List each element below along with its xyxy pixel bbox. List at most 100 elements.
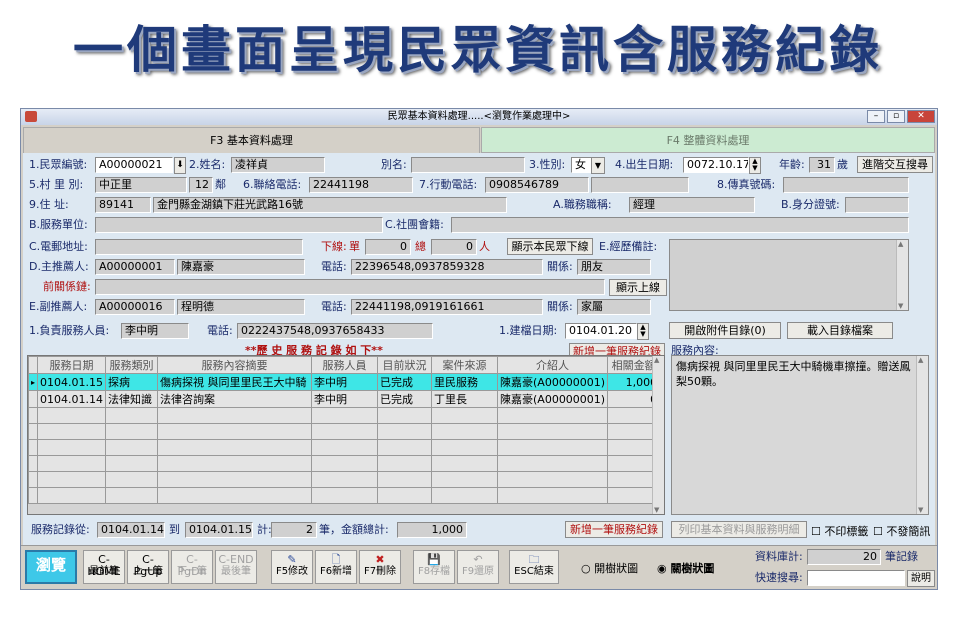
table-cell xyxy=(431,439,498,456)
file-date-field[interactable]: 0104.01.20 xyxy=(565,323,637,339)
note-scrollbar[interactable] xyxy=(896,240,908,310)
grid-scrollbar[interactable] xyxy=(652,356,664,514)
table-row[interactable]: 0104.01.14 法律知識 法律咨詢案 李中明 已完成 丁里長 陳嘉豪(A0000000… xyxy=(27,390,661,408)
col-header[interactable]: 服務人員 xyxy=(311,356,378,374)
recommender-id-field[interactable]: A00000001 xyxy=(95,259,175,275)
mobile-field[interactable]: 0908546789 xyxy=(485,177,589,193)
title-bar: 民眾基本資料處理.....<瀏覽作業處理中> – ▫ ✕ xyxy=(21,109,937,125)
col-header[interactable]: 案件來源 xyxy=(431,356,498,374)
browse-button[interactable]: 瀏覽 xyxy=(25,550,77,584)
staff-field[interactable]: 李中明 xyxy=(121,323,189,339)
show-upline-button[interactable]: 顯示上線 xyxy=(609,279,667,296)
load-catalog-button[interactable]: 載入目錄檔案 xyxy=(787,322,893,339)
phone-field[interactable]: 22441198 xyxy=(309,177,413,193)
delete-button[interactable]: ✖ F7刪除 xyxy=(359,550,401,584)
last-record-button[interactable]: C-END 最後筆 xyxy=(215,550,257,584)
sub-recommender-name-field[interactable]: 程明德 xyxy=(177,299,305,315)
next-record-button[interactable]: C-PgDn 下一筆 xyxy=(171,550,213,584)
radio-open-tree[interactable]: ○ 開樹狀圖 xyxy=(581,560,638,576)
tab-overall[interactable]: F4 整體資料處理 xyxy=(481,127,935,153)
fax-field[interactable] xyxy=(783,177,909,193)
col-header[interactable]: 服務日期 xyxy=(37,356,106,374)
no-label-checkbox[interactable]: ☐ 不印標籤 xyxy=(811,523,868,539)
sub-recommender-id-field[interactable]: A00000016 xyxy=(95,299,175,315)
advanced-search-button[interactable]: 進階交互搜尋 xyxy=(857,156,933,173)
citizen-id-field[interactable]: A00000021 xyxy=(95,157,173,173)
table-cell xyxy=(157,439,312,456)
table-row[interactable] xyxy=(27,423,661,440)
name-field[interactable]: 凌祥貞 xyxy=(231,157,325,173)
new-button[interactable]: 🗋 F6新增 xyxy=(315,550,357,584)
neighborhood-field[interactable]: 12 xyxy=(189,177,213,193)
table-cell xyxy=(431,407,498,424)
association-field[interactable] xyxy=(451,217,909,233)
zip-field[interactable]: 89141 xyxy=(95,197,151,213)
restore-button[interactable]: ▫ xyxy=(887,110,905,123)
table-row[interactable] xyxy=(27,455,661,472)
last-record-button-label: 最後筆 xyxy=(221,566,251,577)
add-record-button-bottom[interactable]: 新增一筆服務紀錄 xyxy=(565,521,663,538)
app-window: 民眾基本資料處理.....<瀏覽作業處理中> – ▫ ✕ F3 基本資料處理 F… xyxy=(20,108,938,590)
edit-button[interactable]: ✎ F5修改 xyxy=(271,550,313,584)
show-downline-button[interactable]: 顯示本民眾下線 xyxy=(507,238,593,255)
row-indicator xyxy=(27,487,39,504)
col-header[interactable]: 介紹人 xyxy=(496,356,609,374)
print-detail-button[interactable]: 列印基本資料與服務明細 xyxy=(671,521,807,538)
quick-search-input[interactable] xyxy=(807,570,905,586)
content-scrollbar[interactable] xyxy=(916,356,928,514)
birth-stepper[interactable]: ▲ ▼ xyxy=(749,157,761,174)
new-button-label: F6新增 xyxy=(319,566,353,577)
economic-note-memo[interactable] xyxy=(669,239,909,311)
col-header[interactable]: 目前狀況 xyxy=(377,356,432,374)
file-date-stepper[interactable]: ▲ ▼ xyxy=(637,323,649,340)
work-unit-field[interactable] xyxy=(95,217,383,233)
recommender-relation-field[interactable]: 朋友 xyxy=(577,259,651,275)
alias-label: 別名: xyxy=(381,158,407,171)
address-field[interactable]: 金門縣金湖鎮下莊光武路16號 xyxy=(153,197,507,213)
table-row[interactable] xyxy=(27,407,661,424)
table-row[interactable] xyxy=(27,471,661,488)
service-content-memo[interactable]: 傷病探視 與同里里民王大中騎機車擦撞。贈送鳳梨50顆。 xyxy=(671,355,929,515)
table-row[interactable] xyxy=(27,487,661,504)
minimize-button[interactable]: – xyxy=(867,110,885,123)
first-record-button[interactable]: C-HOME 最前筆 xyxy=(83,550,125,584)
table-row[interactable] xyxy=(27,439,661,456)
chevron-down-icon[interactable]: ▼ xyxy=(591,157,605,174)
id-number-field[interactable] xyxy=(845,197,909,213)
col-header[interactable]: 服務內容摘要 xyxy=(157,356,312,374)
table-cell xyxy=(105,407,158,424)
prev-record-button[interactable]: C-PgUp 上一筆 xyxy=(127,550,169,584)
arrow-down-icon[interactable]: ⬇ xyxy=(174,157,186,174)
age-field[interactable]: 31 xyxy=(809,157,835,173)
sub-phone-field[interactable]: 22441198,0919161661 xyxy=(351,299,543,315)
table-cell xyxy=(37,455,106,472)
recommender-phone-field[interactable]: 22396548,0937859328 xyxy=(351,259,543,275)
close-button[interactable]: ✕ xyxy=(907,110,935,123)
staff-phone-field[interactable]: 0222437548,0937658433 xyxy=(237,323,433,339)
recommender-name-field[interactable]: 陳嘉豪 xyxy=(177,259,305,275)
exit-button[interactable]: 🗀 ESC結束 xyxy=(509,550,559,584)
job-title-field[interactable]: 經理 xyxy=(629,197,755,213)
edit-button-label: F5修改 xyxy=(275,566,309,577)
table-row[interactable]: ▸ 0104.01.15 探病 傷病探視 與同里里民王大中騎 李中明 已完成 里民服務 陳嘉豪… xyxy=(27,373,661,391)
first-record-button-shortcut: C-HOME xyxy=(87,553,121,578)
alias-field[interactable] xyxy=(411,157,525,173)
col-header[interactable]: 服務類別 xyxy=(105,356,158,374)
no-brief-checkbox[interactable]: ☐ 不發簡訊 xyxy=(873,523,930,539)
mobile-extra-field[interactable] xyxy=(591,177,689,193)
radio-close-tree[interactable]: ◉ 關樹狀圖 xyxy=(657,560,714,576)
sub-relation-label: 關係: xyxy=(547,300,573,313)
db-count-field: 20 xyxy=(807,549,881,565)
save-button[interactable]: 💾 F8存檔 xyxy=(413,550,455,584)
undo-button[interactable]: ↶ F9還原 xyxy=(457,550,499,584)
downline-single-label: 單 xyxy=(349,240,360,253)
open-attachments-button[interactable]: 開啟附件目錄(0) xyxy=(669,322,781,339)
birth-field[interactable]: 0072.10.17 xyxy=(683,157,749,173)
email-field[interactable] xyxy=(95,239,303,255)
table-cell xyxy=(105,487,158,504)
tab-basic[interactable]: F3 基本資料處理 xyxy=(23,127,480,153)
sub-relation-field[interactable]: 家屬 xyxy=(577,299,651,315)
village-field[interactable]: 中正里 xyxy=(95,177,187,193)
help-button[interactable]: 說明 xyxy=(907,570,935,587)
row-indicator: ▸ xyxy=(27,373,39,391)
